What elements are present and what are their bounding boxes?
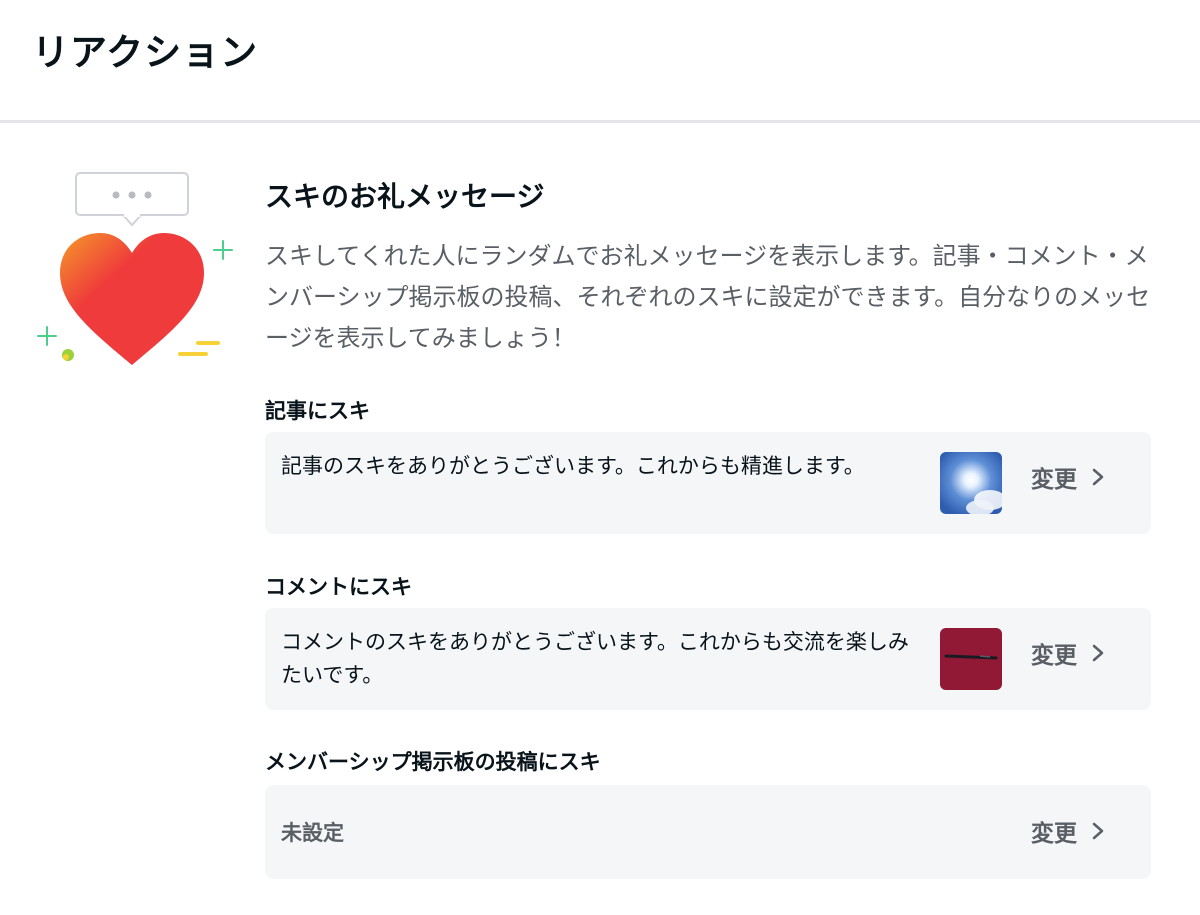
change-label: 変更 xyxy=(1031,643,1077,669)
article-like-message-card[interactable]: 記事のスキをありがとうございます。これからも精進します。 変更 xyxy=(265,432,1151,534)
pen-on-red-thumbnail xyxy=(940,628,1002,690)
page-title: リアクション xyxy=(32,31,259,74)
section-description: スキしてくれた人にランダムでお礼メッセージを表示します。記事・コメント・メンバー… xyxy=(265,242,1151,352)
change-label: 変更 xyxy=(1031,821,1077,847)
group-label-membership: メンバーシップ掲示板の投稿にスキ xyxy=(265,750,601,774)
section-title: スキのお礼メッセージ xyxy=(265,180,545,213)
change-label: 変更 xyxy=(1031,467,1077,493)
group-label-comment: コメントにスキ xyxy=(265,575,412,599)
sky-sun-thumbnail xyxy=(940,452,1002,514)
membership-change-button[interactable]: 変更 xyxy=(1031,814,1105,848)
comment-change-button[interactable]: 変更 xyxy=(1031,636,1105,670)
heart-icon xyxy=(60,233,204,365)
chevron-right-icon xyxy=(1092,468,1104,486)
article-like-message: 記事のスキをありがとうございます。これからも精進します。 xyxy=(281,454,865,478)
chevron-right-icon xyxy=(1092,644,1104,662)
header-divider xyxy=(0,120,1200,123)
heart-with-speech-bubble-icon xyxy=(30,165,240,375)
membership-like-message: 未設定 xyxy=(281,821,344,845)
chevron-right-icon xyxy=(1092,822,1104,840)
group-label-article: 記事にスキ xyxy=(265,399,370,423)
article-change-button[interactable]: 変更 xyxy=(1031,460,1105,494)
comment-like-message: コメントのスキをありがとうございます。これからも交流を楽しみたいです。 xyxy=(281,630,909,687)
speech-bubble-icon xyxy=(75,172,189,227)
membership-like-message-card[interactable]: 未設定 変更 xyxy=(265,785,1151,879)
page-header: リアクション xyxy=(0,0,1200,120)
comment-like-message-card[interactable]: コメントのスキをありがとうございます。これからも交流を楽しみたいです。 変更 xyxy=(265,608,1151,710)
